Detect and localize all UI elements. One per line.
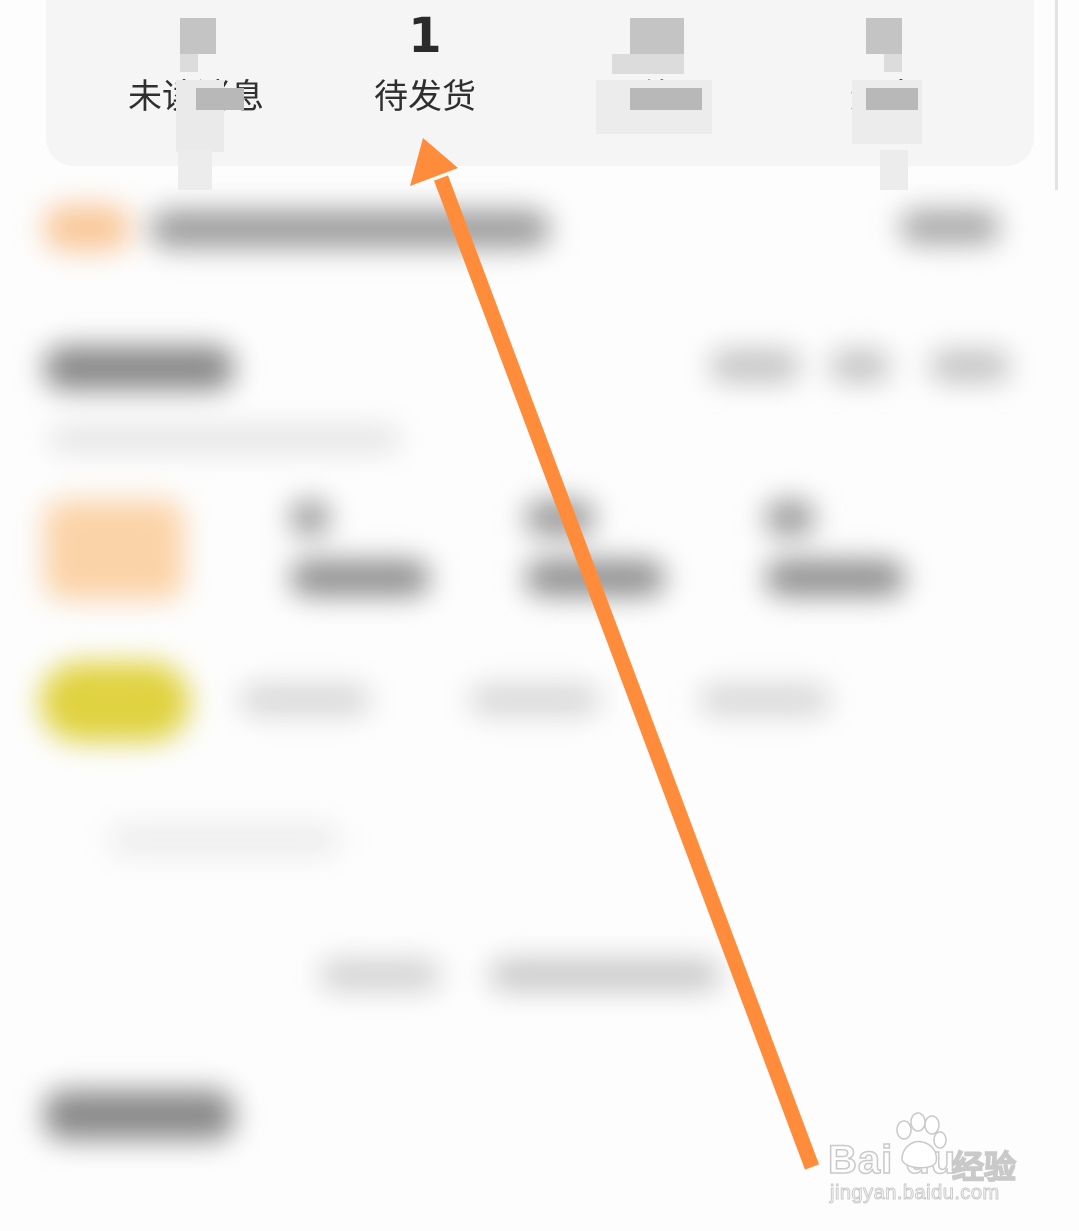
arrow-shaft	[433, 175, 820, 1170]
watermark-url: jingyan.baidu.com	[830, 1182, 1000, 1205]
watermark: Bai du 经验 jingyan.baidu.com	[827, 1112, 1038, 1212]
annotation-arrow	[410, 138, 820, 1170]
paw-icon	[896, 1112, 947, 1169]
arrow-head-icon	[410, 138, 458, 186]
